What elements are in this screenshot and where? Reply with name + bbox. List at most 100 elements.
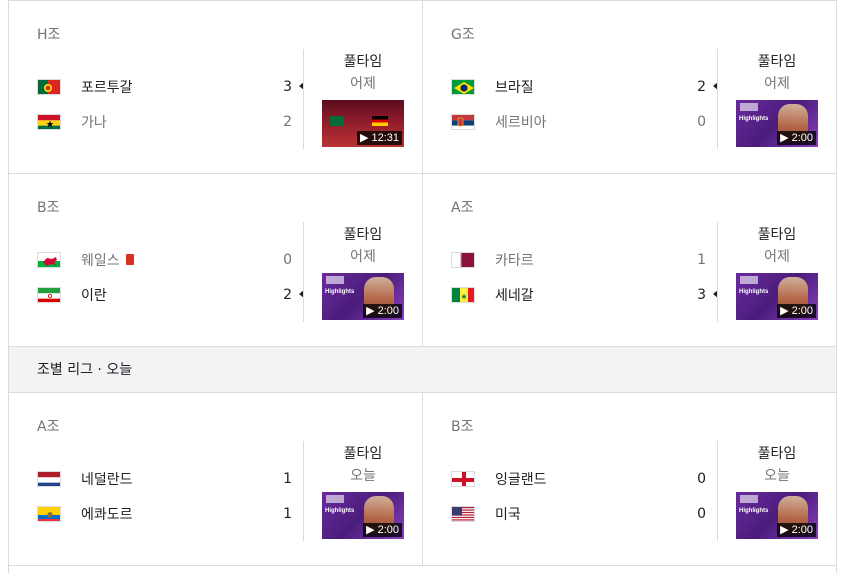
- team-score: 1: [697, 251, 706, 268]
- divider: [303, 49, 304, 149]
- team-name: 세네갈: [495, 287, 534, 304]
- match-date: 오늘: [764, 468, 790, 484]
- tournament-logo-icon: [326, 495, 344, 503]
- match-card[interactable]: H조 포르투갈 3 가나 2 풀타임 어제 ▶ 12:31: [9, 1, 423, 173]
- video-duration: ▶ 2:00: [777, 131, 816, 145]
- team-score: 0: [697, 470, 706, 487]
- highlight-video-thumbnail[interactable]: Highlights ▶ 2:00: [322, 273, 404, 320]
- serbia-flag-icon: [451, 113, 475, 130]
- team-score: 2: [697, 78, 706, 95]
- group-label: B조: [37, 200, 60, 216]
- team-name: 브라질: [495, 79, 534, 96]
- portugal-scorebug-icon: [330, 116, 344, 126]
- team-name: 잉글랜드: [495, 471, 547, 488]
- match-status: 풀타임: [757, 54, 797, 70]
- senegal-flag-icon: [451, 286, 475, 303]
- team-row: 브라질 2: [451, 69, 718, 104]
- match-status: 풀타임: [757, 446, 797, 462]
- match-row: A조 네덜란드 1 에콰도르 1 풀타임 오늘 Highlights ▶ 2:00 B조 잉글랜드…: [9, 393, 836, 566]
- team-name: 이란: [81, 287, 107, 304]
- video-duration: ▶ 2:00: [777, 304, 816, 318]
- teams: 포르투갈 3 가나 2: [37, 69, 304, 139]
- highlight-video-thumbnail[interactable]: Highlights ▶ 2:00: [736, 273, 818, 320]
- highlight-video-thumbnail[interactable]: Highlights ▶ 2:00: [322, 492, 404, 539]
- match-status: 풀타임: [757, 227, 797, 243]
- match-card[interactable]: B조잉글랜드 0 미국 0 풀타임오늘 Highlights ▶ 2:00: [423, 393, 836, 565]
- match-date: 어제: [350, 76, 376, 92]
- match-date: 오늘: [350, 468, 376, 484]
- match-date: 어제: [764, 76, 790, 92]
- team-row: 에콰도르 1: [37, 496, 292, 531]
- match-status: 풀타임: [343, 446, 383, 462]
- match-row: B조 웨일스 0 이란 2 풀타임 어제 Highlights ▶ 2:00 A조 카타르 1 세네갈…: [9, 174, 836, 347]
- match-list: H조 포르투갈 3 가나 2 풀타임 어제 ▶ 12:31 G조 브라질 2 세르비아 0 풀타임 어제 H…: [8, 0, 837, 573]
- thumbnail-caption: Highlights: [325, 289, 355, 295]
- team-score: 3: [283, 78, 292, 95]
- highlight-video-thumbnail[interactable]: ▶ 12:31: [322, 100, 404, 147]
- thumbnail-caption: Highlights: [739, 508, 769, 514]
- match-card[interactable]: A조카타르 1 세네갈 3 풀타임어제 Highlights ▶ 2:00: [423, 174, 836, 346]
- video-duration: ▶ 12:31: [356, 131, 402, 145]
- teams: 네덜란드 1 에콰도르 1: [37, 461, 292, 531]
- netherlands-flag-icon: [37, 470, 61, 487]
- group-label: A조: [451, 200, 474, 216]
- match-date: 어제: [764, 249, 790, 265]
- team-score: 3: [697, 286, 706, 303]
- team-score: 0: [697, 505, 706, 522]
- divider: [717, 441, 718, 541]
- match-card[interactable]: B조 웨일스 0 이란 2 풀타임 어제 Highlights ▶ 2:00: [9, 174, 423, 346]
- usa-flag-icon: [451, 505, 475, 522]
- team-score: 0: [283, 251, 292, 268]
- team-score: 1: [283, 470, 292, 487]
- team-name: 가나: [81, 114, 107, 131]
- ghana-flag-icon: [37, 113, 61, 130]
- teams: 웨일스 0 이란 2: [37, 242, 304, 312]
- qatar-flag-icon: [451, 251, 475, 268]
- team-row: 네덜란드 1: [37, 461, 292, 496]
- tournament-logo-icon: [740, 495, 758, 503]
- ecuador-flag-icon: [37, 505, 61, 522]
- team-row: 포르투갈 3: [37, 69, 304, 104]
- group-label: A조: [37, 419, 60, 435]
- match-card[interactable]: G조브라질 2 세르비아 0 풀타임어제 Highlights ▶ 2:00: [423, 1, 836, 173]
- team-name: 카타르: [495, 252, 534, 269]
- iran-flag-icon: [37, 286, 61, 303]
- team-name: 에콰도르: [81, 506, 133, 523]
- match-status: 풀타임: [343, 227, 383, 243]
- divider: [303, 222, 304, 322]
- team-row: 카타르 1: [451, 242, 706, 277]
- ghana-scorebug-icon: [372, 116, 388, 126]
- england-flag-icon: [451, 470, 475, 487]
- match-card[interactable]: A조네덜란드 1 에콰도르 1 풀타임오늘 Highlights ▶ 2:00: [9, 393, 423, 565]
- team-name: 포르투갈: [81, 79, 133, 96]
- team-row: 웨일스 0: [37, 242, 292, 277]
- wales-flag-icon: [37, 251, 61, 268]
- tournament-logo-icon: [740, 276, 758, 284]
- team-row: 잉글랜드 0: [451, 461, 706, 496]
- portugal-flag-icon: [37, 78, 61, 95]
- video-duration: ▶ 2:00: [777, 523, 816, 537]
- team-score: 2: [283, 113, 292, 130]
- team-row: 이란 2: [37, 277, 304, 312]
- tournament-logo-icon: [740, 103, 758, 111]
- video-duration: ▶ 2:00: [363, 304, 402, 318]
- video-duration: ▶ 2:00: [363, 523, 402, 537]
- team-score: 2: [283, 286, 292, 303]
- team-row: 세네갈 3: [451, 277, 718, 312]
- team-row: 세르비아 0: [451, 104, 706, 139]
- team-name: 네덜란드: [81, 471, 133, 488]
- team-score: 0: [697, 113, 706, 130]
- teams: 브라질 2 세르비아 0: [451, 69, 718, 139]
- highlight-video-thumbnail[interactable]: Highlights ▶ 2:00: [736, 492, 818, 539]
- team-score: 1: [283, 505, 292, 522]
- team-name: 세르비아: [495, 114, 547, 131]
- match-row: H조 포르투갈 3 가나 2 풀타임 어제 ▶ 12:31 G조 브라질 2 세르비아 0 풀타임 어제 H…: [9, 1, 836, 174]
- tournament-logo-icon: [326, 276, 344, 284]
- group-label: G조: [451, 27, 475, 43]
- group-label: B조: [451, 419, 474, 435]
- brazil-flag-icon: [451, 78, 475, 95]
- team-row: 미국 0: [451, 496, 706, 531]
- red-card-icon: [125, 254, 134, 265]
- team-name: 미국: [495, 506, 521, 523]
- highlight-video-thumbnail[interactable]: Highlights ▶ 2:00: [736, 100, 818, 147]
